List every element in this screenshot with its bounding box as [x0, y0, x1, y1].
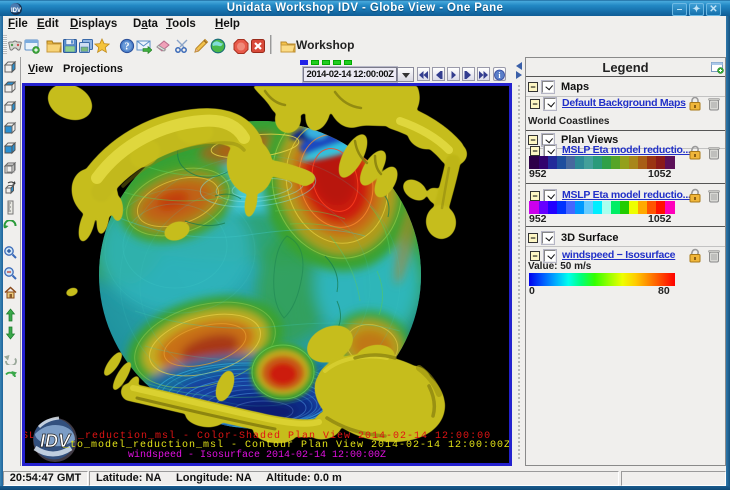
- svg-text:?: ?: [125, 42, 130, 53]
- svg-text:IDV: IDV: [11, 8, 21, 14]
- svg-text:windspeed - Isosurface 2014-02: windspeed - Isosurface 2014-02-14 12:00:…: [128, 449, 386, 461]
